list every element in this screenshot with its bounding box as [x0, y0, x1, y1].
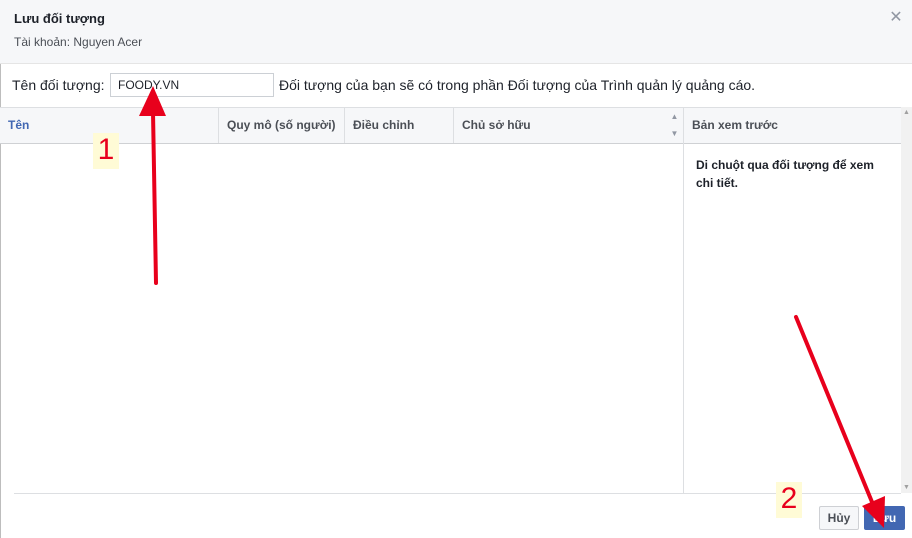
save-audience-dialog: Lưu đối tượng Tài khoản: Nguyen Acer ✕ T… — [0, 0, 912, 538]
preview-placeholder: Di chuột qua đối tượng để xem chi tiết. — [696, 158, 874, 190]
preview-panel: Bản xem trước Di chuột qua đối tượng để … — [684, 107, 901, 493]
close-icon[interactable]: ✕ — [888, 10, 904, 26]
footer-divider — [14, 493, 901, 494]
dialog-title: Lưu đối tượng — [14, 11, 105, 26]
table-scrollbar[interactable]: ▲ ▼ — [666, 108, 683, 144]
save-button[interactable]: Lưu — [864, 506, 905, 530]
step-2-label: 2 — [776, 482, 802, 518]
step-1-label: 1 — [93, 133, 119, 169]
scroll-down-icon[interactable]: ▼ — [666, 128, 683, 140]
column-header-adjust[interactable]: Điều chỉnh — [345, 108, 454, 143]
account-label: Tài khoản: Nguyen Acer — [14, 35, 143, 49]
dialog-header: Lưu đối tượng Tài khoản: Nguyen Acer ✕ — [0, 0, 912, 64]
cancel-button[interactable]: Hủy — [819, 506, 859, 530]
audience-name-hint: Đối tượng của bạn sẽ có trong phần Đối t… — [279, 77, 756, 93]
column-header-owner[interactable]: Chủ sở hữu — [454, 108, 666, 143]
audience-name-input[interactable] — [110, 73, 274, 97]
preview-header: Bản xem trước — [684, 108, 901, 144]
audience-name-label: Tên đối tượng: — [12, 77, 105, 93]
column-header-size[interactable]: Quy mô (số người) — [219, 108, 345, 143]
scroll-up-icon[interactable]: ▲ — [666, 111, 683, 123]
scrollbar-down-icon[interactable]: ▼ — [901, 482, 912, 493]
scrollbar-up-icon[interactable]: ▲ — [901, 107, 912, 118]
dialog-scrollbar[interactable]: ▲ ▼ — [901, 107, 912, 493]
